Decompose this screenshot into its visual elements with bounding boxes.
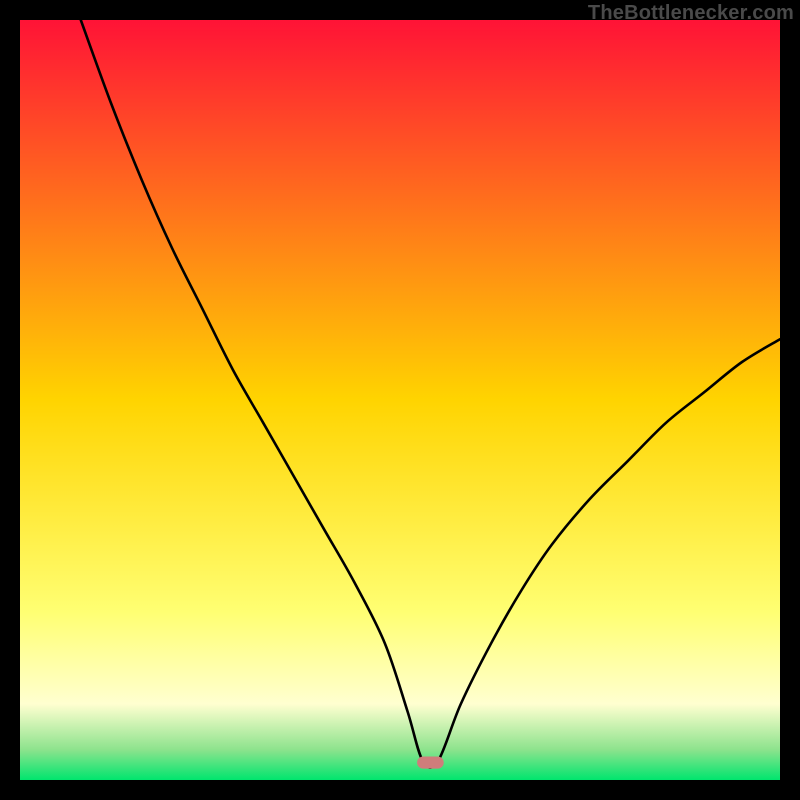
plot-area: [20, 20, 780, 780]
gradient-background: [20, 20, 780, 780]
chart-frame: TheBottlenecker.com: [0, 0, 800, 800]
minimum-marker: [417, 756, 444, 768]
bottleneck-chart: [20, 20, 780, 780]
